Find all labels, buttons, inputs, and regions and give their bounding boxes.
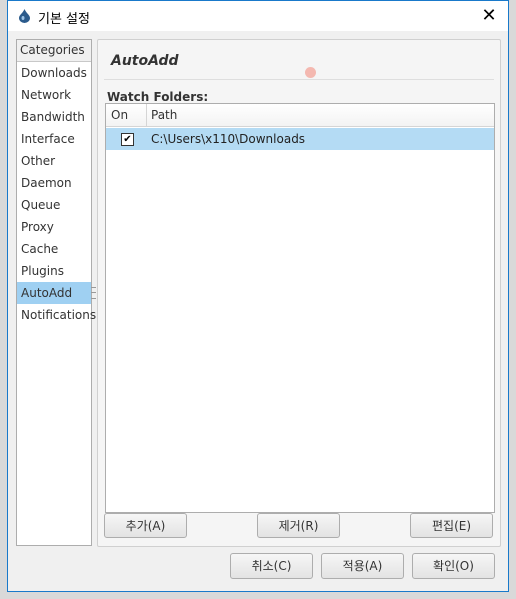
column-on[interactable]: On xyxy=(111,104,128,126)
apply-button[interactable]: 적용(A) xyxy=(321,553,404,579)
category-proxy[interactable]: Proxy xyxy=(17,216,91,238)
category-queue[interactable]: Queue xyxy=(17,194,91,216)
watch-folders-table: On Path ✔ C:\Users\x110\Downloads xyxy=(105,103,495,513)
remove-button[interactable]: 제거(R) xyxy=(257,513,340,538)
close-button[interactable]: ✕ xyxy=(478,5,500,27)
watch-folders-label: Watch Folders: xyxy=(107,90,209,104)
column-path[interactable]: Path xyxy=(151,104,177,126)
autoadd-panel: AutoAdd Watch Folders: On Path ✔ C:\User… xyxy=(97,39,501,547)
category-bandwidth[interactable]: Bandwidth xyxy=(17,106,91,128)
category-notifications[interactable]: Notifications xyxy=(17,304,96,326)
category-interface[interactable]: Interface xyxy=(17,128,91,150)
folder-path: C:\Users\x110\Downloads xyxy=(151,132,306,146)
table-row[interactable]: ✔ C:\Users\x110\Downloads xyxy=(106,128,494,150)
categories-list: Categories Downloads Network Bandwidth I… xyxy=(16,39,96,546)
category-plugins[interactable]: Plugins xyxy=(17,260,91,282)
category-other[interactable]: Other xyxy=(17,150,91,172)
category-cache[interactable]: Cache xyxy=(17,238,91,260)
cancel-button[interactable]: 취소(C) xyxy=(230,553,313,579)
category-network[interactable]: Network xyxy=(17,84,91,106)
table-header: On Path xyxy=(106,104,494,127)
category-autoadd[interactable]: AutoAdd xyxy=(17,282,91,304)
edit-button[interactable]: 편집(E) xyxy=(410,513,493,538)
decorative-dot xyxy=(305,67,316,78)
add-button[interactable]: 추가(A) xyxy=(104,513,187,538)
deluge-logo-icon xyxy=(19,9,30,23)
column-divider[interactable] xyxy=(146,104,147,126)
pane-resize-handle[interactable] xyxy=(91,287,96,299)
preferences-dialog: 기본 설정 ✕ Categories Downloads Network Ban… xyxy=(7,0,509,592)
category-downloads[interactable]: Downloads xyxy=(17,62,91,84)
divider xyxy=(104,79,494,80)
window-title: 기본 설정 xyxy=(38,12,90,27)
enabled-checkbox[interactable]: ✔ xyxy=(121,133,134,146)
panel-title: AutoAdd xyxy=(111,53,179,69)
category-daemon[interactable]: Daemon xyxy=(17,172,91,194)
ok-button[interactable]: 확인(O) xyxy=(412,553,495,579)
categories-header: Categories xyxy=(17,40,91,62)
title-bar: 기본 설정 ✕ xyxy=(8,1,508,31)
